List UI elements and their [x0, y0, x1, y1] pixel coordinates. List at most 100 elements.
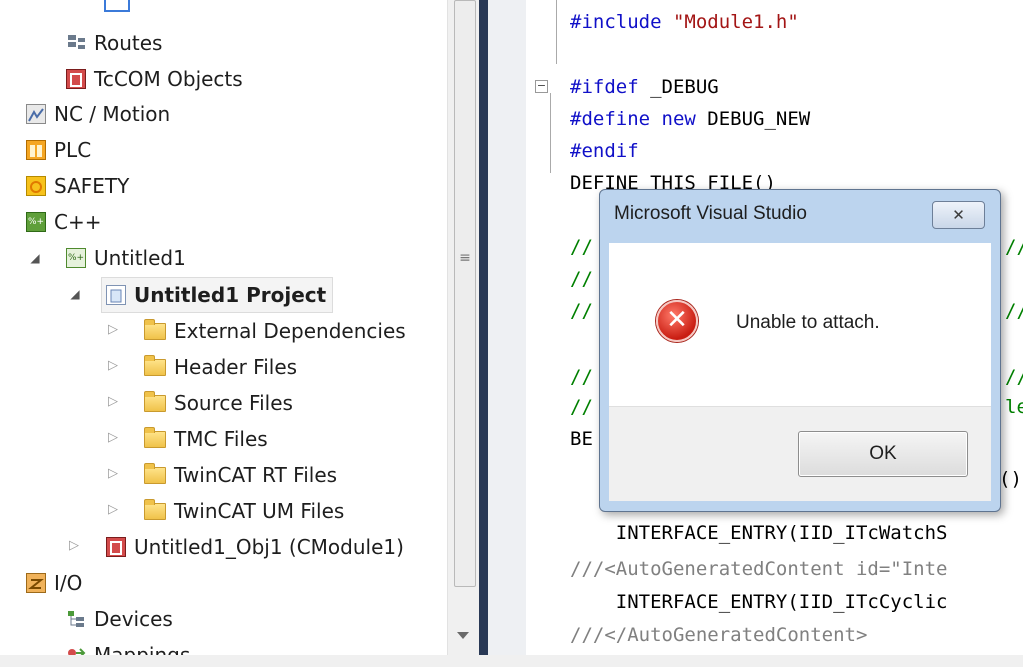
tree-item-untitled1-project[interactable]: Untitled1 Project: [100, 277, 334, 313]
code-fragment: //: [1005, 300, 1023, 322]
status-bar: [0, 655, 1023, 667]
tree-item-nc-motion[interactable]: NC / Motion: [26, 97, 170, 131]
folder-icon: [144, 426, 166, 448]
tree-item-label: TwinCAT RT Files: [174, 463, 338, 487]
tree-item-label: Routes: [94, 31, 163, 55]
tccom-object-icon: [106, 537, 126, 557]
io-icon: [26, 573, 46, 593]
tree-item-untitled1[interactable]: %+ Untitled1: [66, 241, 186, 275]
expand-arrow-icon[interactable]: ◢: [27, 251, 43, 265]
tree-item-label: SAFETY: [54, 174, 130, 198]
code-line: ///<AutoGeneratedContent id="Inte: [570, 552, 948, 586]
error-dialog: Microsoft Visual Studio ✕ ✕ Unable to at…: [599, 189, 1001, 512]
collapsed-arrow-icon[interactable]: ▷: [105, 430, 121, 445]
tree-item-label: Source Files: [174, 391, 293, 415]
code-line: //: [570, 300, 593, 322]
code-token: </AutoGeneratedContent>: [604, 624, 868, 646]
code-token: <AutoGeneratedContent id="Inte: [604, 558, 948, 580]
collapsed-arrow-icon[interactable]: ▷: [105, 502, 121, 517]
tree-item-label: TMC Files: [174, 427, 268, 451]
code-token: #define new: [570, 108, 696, 130]
nc-motion-icon: [26, 104, 46, 124]
tree-item-label: I/O: [54, 571, 83, 595]
tree-item-devices[interactable]: Devices: [66, 602, 173, 636]
tree-item-routes[interactable]: Routes: [66, 26, 162, 60]
tree-item-io[interactable]: I/O: [26, 566, 82, 600]
plc-icon: [26, 140, 46, 160]
cpp-project-icon: %+: [66, 248, 86, 268]
code-fragment: (): [999, 468, 1022, 490]
tree-item-label: Untitled1_Obj1 (CModule1): [134, 535, 404, 559]
folder-icon: [144, 390, 166, 412]
code-token: _DEBUG: [638, 76, 719, 98]
close-icon: ✕: [952, 206, 965, 224]
collapsed-arrow-icon[interactable]: ▷: [105, 322, 121, 337]
code-fragment: //: [1005, 236, 1023, 258]
tree-item-tmc-files[interactable]: TMC Files: [144, 422, 268, 456]
fold-guide: [556, 0, 557, 64]
tree-item-external-dependencies[interactable]: External Dependencies: [144, 314, 406, 348]
collapsed-arrow-icon[interactable]: ▷: [105, 394, 121, 409]
code-token: #include: [570, 11, 673, 33]
solution-explorer-tree: Routes TcCOM Objects NC / Motion PLC SAF…: [0, 0, 447, 667]
collapsed-arrow-icon[interactable]: ▷: [105, 358, 121, 373]
tree-item-twincat-um-files[interactable]: TwinCAT UM Files: [144, 494, 344, 528]
tccom-object-icon: [66, 69, 86, 89]
scroll-down-arrow-icon[interactable]: [457, 632, 469, 639]
folder-icon: [144, 462, 166, 484]
code-line: //: [570, 268, 593, 290]
tree-vertical-scrollbar[interactable]: ≡: [447, 0, 480, 667]
code-line: ///</AutoGeneratedContent>: [570, 618, 867, 652]
dialog-title: Microsoft Visual Studio: [614, 203, 807, 224]
code-line: INTERFACE_ENTRY(IID_ITcCyclic: [570, 591, 948, 613]
code-token: #ifdef: [570, 76, 639, 98]
project-file-icon: [106, 285, 126, 305]
code-line: BE: [570, 428, 593, 450]
routes-icon: [66, 33, 86, 53]
partial-icon: [104, 0, 130, 12]
tree-item-label: PLC: [54, 138, 92, 162]
tree-item-tccom-objects[interactable]: TcCOM Objects: [66, 62, 243, 96]
collapse-region-icon[interactable]: −: [535, 80, 548, 93]
editor-margin: [488, 0, 526, 667]
tree-item-cpp[interactable]: %+ C++: [26, 205, 101, 239]
code-line: INTERFACE_ENTRY(IID_ITcWatchS: [570, 522, 948, 544]
panel-splitter[interactable]: [479, 0, 488, 667]
ok-button[interactable]: OK: [798, 431, 968, 477]
code-line: #ifdef _DEBUG: [570, 70, 719, 104]
code-token: DEBUG_NEW: [695, 108, 811, 130]
code-line: #define new DEBUG_NEW: [570, 102, 810, 136]
tree-item-untitled1-obj1[interactable]: Untitled1_Obj1 (CModule1): [106, 530, 404, 564]
collapsed-arrow-icon[interactable]: ▷: [66, 538, 82, 553]
scrollbar-thumb[interactable]: ≡: [454, 0, 476, 587]
code-fragment: le: [1005, 396, 1023, 418]
devices-icon: [66, 609, 86, 629]
tree-item-label: TcCOM Objects: [94, 67, 243, 91]
safety-icon: [26, 176, 46, 196]
tree-item-plc[interactable]: PLC: [26, 133, 91, 167]
tree-item-label: Header Files: [174, 355, 298, 379]
tree-item-label: Untitled1: [94, 246, 186, 270]
tree-item-twincat-rt-files[interactable]: TwinCAT RT Files: [144, 458, 337, 492]
expand-arrow-icon[interactable]: ◢: [67, 287, 83, 301]
tree-item-safety[interactable]: SAFETY: [26, 169, 129, 203]
tree-item-label: Devices: [94, 607, 173, 631]
collapsed-arrow-icon[interactable]: ▷: [105, 466, 121, 481]
code-token: "Module1.h": [672, 11, 799, 33]
folder-shortcut-icon: [144, 318, 166, 340]
dialog-close-button[interactable]: ✕: [932, 201, 985, 229]
tree-item-header-files[interactable]: Header Files: [144, 350, 297, 384]
code-line: #endif: [570, 134, 639, 168]
code-token: ///: [570, 558, 605, 580]
tree-item-label: TwinCAT UM Files: [174, 499, 345, 523]
folder-icon: [144, 354, 166, 376]
cpp-icon: %+: [26, 212, 46, 232]
fold-guide: [550, 93, 551, 173]
code-line: //: [570, 396, 593, 418]
folder-icon: [144, 498, 166, 520]
code-fragment: //: [1005, 366, 1023, 388]
tree-item-label: C++: [54, 210, 102, 234]
tree-item-label: NC / Motion: [54, 102, 171, 126]
tree-item-label: Untitled1 Project: [134, 283, 327, 307]
tree-item-source-files[interactable]: Source Files: [144, 386, 293, 420]
